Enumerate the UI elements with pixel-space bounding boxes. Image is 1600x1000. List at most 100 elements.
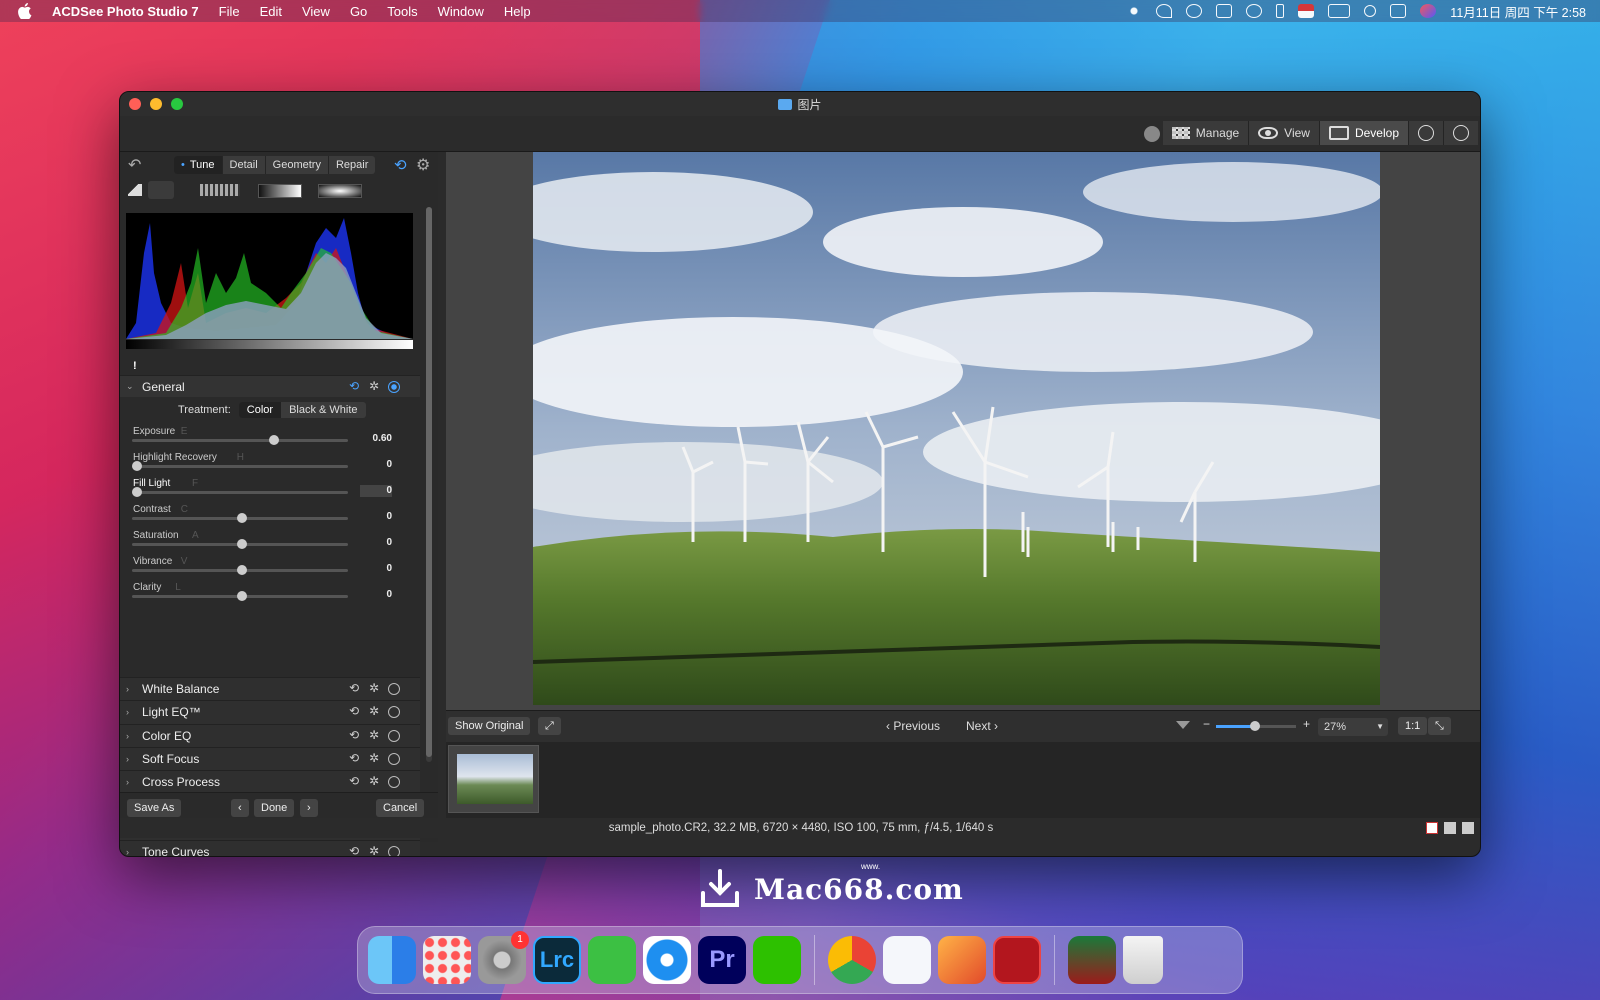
undo-icon[interactable]: ↶ bbox=[128, 155, 141, 175]
trash-icon[interactable] bbox=[1123, 936, 1163, 984]
section-settings-icon[interactable]: ✲ bbox=[369, 728, 382, 742]
tab-repair[interactable]: Repair bbox=[329, 156, 375, 174]
slider-knob[interactable] bbox=[237, 539, 247, 549]
section-settings-icon[interactable]: ✲ bbox=[369, 845, 382, 856]
section-reset-icon[interactable]: ⟲ bbox=[349, 705, 362, 718]
panel-scrollbar[interactable] bbox=[426, 207, 432, 762]
accept-icon[interactable] bbox=[1462, 822, 1474, 834]
treatment-bw[interactable]: Black & White bbox=[281, 402, 365, 418]
chrome-icon[interactable] bbox=[828, 936, 876, 984]
actual-size-button[interactable]: 1:1 bbox=[1398, 717, 1428, 735]
menu-edit[interactable]: Edit bbox=[260, 4, 282, 19]
menu-view[interactable]: View bbox=[302, 4, 330, 19]
tab-detail[interactable]: Detail bbox=[223, 156, 266, 174]
menubar-clock[interactable]: 11月11日 周四 下午 2:58 bbox=[1450, 2, 1586, 21]
control-dots-icon[interactable] bbox=[1126, 4, 1143, 18]
rar-icon[interactable] bbox=[1068, 936, 1116, 984]
section-reset-icon[interactable]: ⟲ bbox=[349, 728, 362, 742]
section-settings-icon[interactable]: ✲ bbox=[369, 751, 382, 765]
rocket-app-icon[interactable] bbox=[938, 936, 986, 984]
treatment-color[interactable]: Color bbox=[238, 402, 282, 418]
gradient-tool-icon[interactable] bbox=[200, 184, 240, 196]
bluetooth-icon[interactable] bbox=[1276, 4, 1285, 18]
previous-button[interactable]: ‹ Previous bbox=[886, 719, 940, 733]
zoom-slider[interactable] bbox=[1216, 721, 1296, 731]
section-reset-icon[interactable]: ⟲ bbox=[349, 775, 362, 788]
365-mode-button[interactable] bbox=[1409, 121, 1444, 145]
siri-icon[interactable] bbox=[1420, 4, 1437, 18]
fullscreen-button[interactable]: ⤡ bbox=[1428, 717, 1451, 735]
slider-value[interactable]: 0 bbox=[360, 459, 392, 470]
section-settings-icon[interactable]: ✲ bbox=[369, 705, 382, 718]
slider-knob[interactable] bbox=[132, 487, 142, 497]
radial-gradient-icon[interactable] bbox=[318, 184, 362, 198]
menu-go[interactable]: Go bbox=[350, 4, 367, 19]
slider-knob[interactable] bbox=[237, 565, 247, 575]
dashboard-mode-button[interactable] bbox=[1444, 121, 1478, 145]
slider-value[interactable]: 0 bbox=[360, 589, 392, 600]
apple-icon[interactable] bbox=[18, 3, 32, 20]
rocket-icon[interactable] bbox=[1156, 4, 1173, 18]
slider-value[interactable]: 0 bbox=[360, 485, 392, 496]
slider-value[interactable]: 0 bbox=[360, 537, 392, 548]
general-header[interactable]: ⌄ General ⟲ ✲ bbox=[120, 375, 420, 397]
tab-geometry[interactable]: Geometry bbox=[266, 156, 329, 174]
user-icon[interactable] bbox=[1144, 126, 1160, 142]
slider-value[interactable]: 0 bbox=[360, 511, 392, 522]
slider-track[interactable] bbox=[132, 491, 348, 494]
minimize-button[interactable] bbox=[150, 98, 162, 110]
slider-track[interactable] bbox=[132, 465, 348, 468]
photo-wind-turbines[interactable] bbox=[533, 152, 1380, 705]
reject-icon[interactable] bbox=[1426, 822, 1438, 834]
menu-window[interactable]: Window bbox=[438, 4, 484, 19]
lightroom-classic-icon[interactable]: Lrc bbox=[533, 936, 581, 984]
reset-all-icon[interactable]: ⟲ bbox=[394, 156, 407, 174]
slider-knob[interactable] bbox=[237, 591, 247, 601]
menu-app-name[interactable]: ACDSee Photo Studio 7 bbox=[52, 4, 199, 19]
manage-mode-button[interactable]: Manage bbox=[1162, 121, 1250, 145]
slider-value[interactable]: 0.60 bbox=[360, 433, 392, 444]
scrollbar-thumb[interactable] bbox=[426, 207, 432, 757]
tab-tune[interactable]: Tune bbox=[174, 156, 223, 174]
histogram-icon[interactable] bbox=[128, 184, 142, 196]
slider-value[interactable]: 0 bbox=[360, 563, 392, 574]
section-toggle-icon[interactable] bbox=[388, 706, 400, 719]
slider-knob[interactable] bbox=[268, 435, 279, 445]
view-mode-button[interactable]: View bbox=[1249, 121, 1320, 145]
control-center-icon[interactable] bbox=[1390, 4, 1407, 18]
thumbnail[interactable] bbox=[448, 745, 539, 813]
show-original-button[interactable]: Show Original bbox=[448, 717, 531, 735]
battery-icon[interactable] bbox=[1328, 4, 1351, 18]
section-toggle-icon[interactable] bbox=[388, 752, 400, 765]
slider-track[interactable] bbox=[132, 439, 348, 442]
close-button[interactable] bbox=[129, 98, 141, 110]
system-preferences-icon[interactable]: 1 bbox=[478, 931, 529, 984]
section-tone-curves[interactable]: › Tone Curves ⟲ ✲ bbox=[120, 840, 420, 856]
section-color-eq[interactable]: › Color EQ ⟲ ✲ bbox=[120, 723, 420, 747]
general-reset-icon[interactable]: ⟲ bbox=[349, 380, 362, 393]
zoom-select[interactable]: 27% ▼ bbox=[1318, 718, 1388, 736]
premiere-pro-icon[interactable]: Pr bbox=[698, 936, 746, 984]
sync-icon[interactable] bbox=[1216, 4, 1233, 18]
safari-icon[interactable] bbox=[643, 936, 691, 984]
section-toggle-icon[interactable] bbox=[388, 776, 400, 789]
filter-triangle-icon[interactable] bbox=[1176, 721, 1190, 729]
section-toggle-icon[interactable] bbox=[388, 729, 400, 742]
section-toggle-icon[interactable] bbox=[388, 683, 400, 695]
fit-screen-button[interactable]: ⤢ bbox=[538, 717, 561, 735]
section-white-balance[interactable]: › White Balance ⟲ ✲ bbox=[120, 677, 420, 701]
section-cross-process[interactable]: › Cross Process ⟲ ✲ bbox=[120, 770, 420, 794]
section-reset-icon[interactable]: ⟲ bbox=[349, 682, 362, 695]
zoom-out-icon[interactable]: − bbox=[1203, 717, 1210, 731]
acdsee-icon[interactable] bbox=[993, 936, 1041, 984]
wechat-icon[interactable] bbox=[753, 936, 801, 984]
section-toggle-icon[interactable] bbox=[388, 846, 400, 856]
menu-file[interactable]: File bbox=[219, 4, 240, 19]
cloud-icon[interactable] bbox=[1186, 4, 1203, 18]
clear-icon[interactable] bbox=[1444, 822, 1456, 834]
slider-knob[interactable] bbox=[237, 513, 247, 523]
search-icon[interactable] bbox=[1364, 5, 1377, 17]
prev-image-button[interactable]: ‹ bbox=[231, 799, 249, 817]
zoom-button[interactable] bbox=[171, 98, 183, 110]
baidu-netdisk-icon[interactable] bbox=[883, 936, 931, 984]
